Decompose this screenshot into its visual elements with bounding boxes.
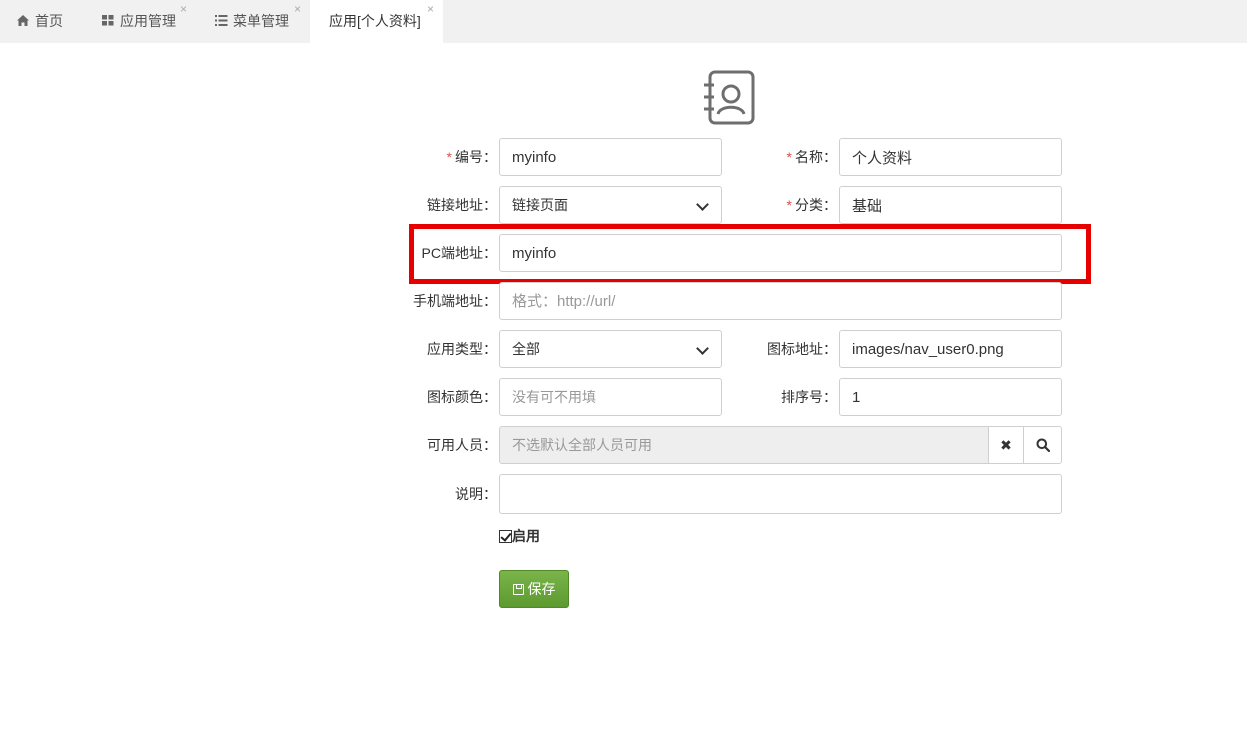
name-input[interactable] [839, 138, 1062, 176]
save-button[interactable]: 保存 [499, 570, 569, 608]
desc-input[interactable] [499, 474, 1062, 514]
code-input[interactable] [499, 138, 722, 176]
category-input[interactable] [839, 186, 1062, 224]
chevron-down-icon [696, 198, 709, 211]
name-label: * 名称： [786, 149, 837, 165]
contact-card-icon [703, 70, 757, 126]
close-icon[interactable]: × [294, 3, 301, 15]
app-type-select[interactable]: 全部 [499, 330, 722, 368]
sort-label: 排序号： [781, 389, 837, 405]
tab-label: 应用[个人资料] [329, 13, 421, 29]
mobile-url-input[interactable] [499, 282, 1062, 320]
enabled-label: 启用 [512, 528, 540, 544]
home-icon [17, 1, 31, 44]
tab-label: 菜单管理 [233, 13, 289, 29]
mobile-url-label: 手机端地址： [413, 293, 497, 309]
tab-label: 首页 [35, 13, 63, 29]
icon-url-label: 图标地址： [767, 341, 837, 357]
users-input[interactable]: 不选默认全部人员可用 [499, 426, 989, 464]
search-button[interactable] [1023, 426, 1062, 464]
close-icon[interactable]: × [427, 3, 434, 15]
grid-icon [102, 1, 116, 44]
enabled-checkbox[interactable] [499, 530, 512, 543]
highlight-box [409, 224, 1091, 284]
category-label: * 分类： [786, 197, 837, 213]
chevron-down-icon [696, 342, 709, 355]
close-icon: ✖ [1000, 437, 1012, 453]
users-label: 可用人员： [427, 437, 497, 453]
list-icon [215, 1, 229, 44]
icon-color-input[interactable] [499, 378, 722, 416]
icon-url-input[interactable] [839, 330, 1062, 368]
icon-color-label: 图标颜色： [427, 389, 497, 405]
tab-home[interactable]: 首页 [0, 0, 86, 43]
close-icon[interactable]: × [180, 3, 187, 15]
search-icon [1036, 437, 1050, 453]
tab-label: 应用管理 [120, 13, 176, 29]
app-type-label: 应用类型： [427, 341, 497, 357]
link-label: 链接地址： [427, 197, 497, 213]
code-label: * 编号： [446, 149, 497, 165]
enabled-option[interactable]: 启用 [499, 526, 540, 546]
tab-app-profile[interactable]: 应用[个人资料] × [310, 0, 443, 43]
tab-menu-management[interactable]: 菜单管理 × [194, 0, 308, 43]
desc-label: 说明： [455, 486, 497, 502]
link-type-select[interactable]: 链接页面 [499, 186, 722, 224]
clear-button[interactable]: ✖ [988, 426, 1024, 464]
sort-input[interactable] [839, 378, 1062, 416]
floppy-icon [512, 584, 524, 595]
tab-bar: 首页 应用管理 × 菜单管理 × 应用[个人资料] × [0, 0, 1247, 43]
tab-app-management[interactable]: 应用管理 × [86, 0, 194, 43]
